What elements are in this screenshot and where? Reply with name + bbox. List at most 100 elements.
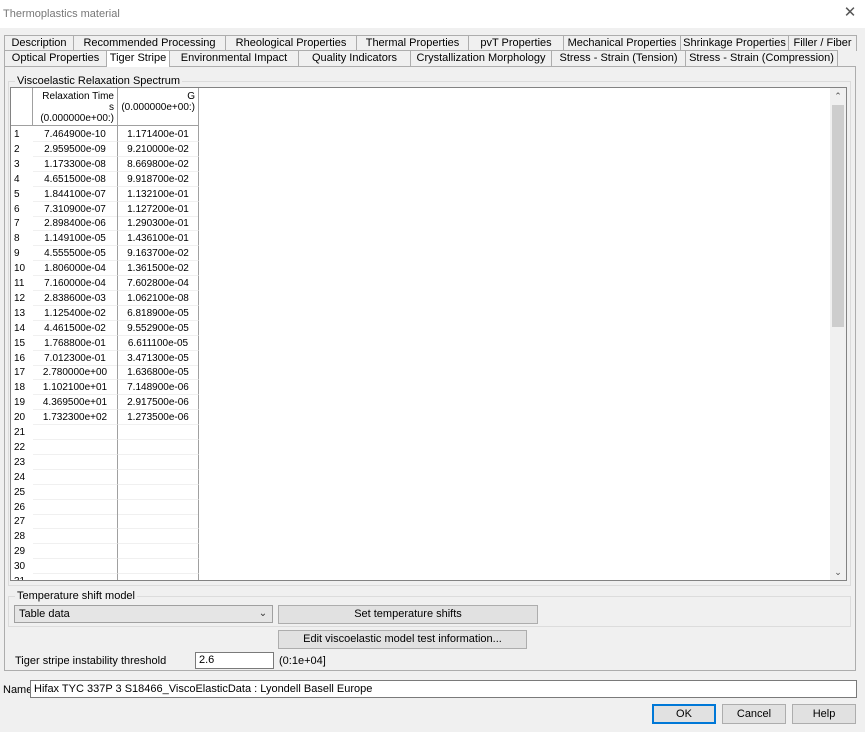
- help-button[interactable]: Help: [792, 704, 856, 724]
- grid-vertical-scrollbar[interactable]: ⌃ ⌄: [830, 88, 846, 580]
- g-cell[interactable]: [118, 439, 199, 455]
- g-cell[interactable]: [118, 514, 199, 530]
- g-cell[interactable]: [118, 559, 199, 575]
- relaxation-time-cell[interactable]: [33, 469, 118, 485]
- tab-environmental-impact[interactable]: Environmental Impact: [169, 50, 299, 66]
- relaxation-time-cell[interactable]: 2.780000e+00: [33, 365, 118, 381]
- tab-thermal-properties[interactable]: Thermal Properties: [356, 35, 469, 51]
- close-icon[interactable]: ✕: [841, 4, 859, 22]
- g-cell[interactable]: [118, 484, 199, 500]
- relaxation-time-cell[interactable]: 1.844100e-07: [33, 186, 118, 202]
- tab-description[interactable]: Description: [4, 35, 74, 51]
- title-bar: Thermoplastics material ✕: [0, 0, 865, 28]
- tab-mechanical-properties[interactable]: Mechanical Properties: [563, 35, 681, 51]
- edit-viscoelastic-info-button[interactable]: Edit viscoelastic model test information…: [278, 630, 527, 649]
- relaxation-spectrum-grid[interactable]: Relaxation Time s (0.000000e+00:) G (0.0…: [10, 87, 847, 581]
- g-cell[interactable]: 9.552900e-05: [118, 320, 199, 336]
- g-cell[interactable]: 7.602800e-04: [118, 276, 199, 291]
- tab-pvt-properties[interactable]: pvT Properties: [468, 35, 564, 51]
- relaxation-time-cell[interactable]: [33, 425, 118, 440]
- tab-row-2: Optical Properties Tiger Stripe Environmen…: [4, 50, 838, 67]
- relaxation-time-cell[interactable]: 4.555500e-05: [33, 246, 118, 262]
- relaxation-time-cell[interactable]: 7.464900e-10: [33, 127, 118, 142]
- g-cell[interactable]: 3.471300e-05: [118, 350, 199, 366]
- relaxation-time-cell[interactable]: 1.768800e-01: [33, 335, 118, 351]
- g-cell[interactable]: 9.210000e-02: [118, 141, 199, 157]
- relaxation-time-cell[interactable]: 2.959500e-09: [33, 141, 118, 157]
- relaxation-time-cell[interactable]: [33, 559, 118, 575]
- temperature-shift-model-select[interactable]: Table data ⌄: [14, 605, 273, 623]
- g-cell[interactable]: 9.163700e-02: [118, 246, 199, 262]
- relaxation-time-header-unit: s (0.000000e+00:): [40, 102, 114, 124]
- scroll-down-icon[interactable]: ⌄: [830, 564, 846, 580]
- tab-stress-strain-compression[interactable]: Stress - Strain (Compression): [685, 50, 838, 66]
- g-header-unit: (0.000000e+00:): [121, 102, 195, 113]
- g-cell[interactable]: 1.127200e-01: [118, 201, 199, 217]
- cancel-button[interactable]: Cancel: [722, 704, 786, 724]
- relaxation-time-cell[interactable]: 2.838600e-03: [33, 290, 118, 306]
- g-cell[interactable]: 7.148900e-06: [118, 380, 199, 396]
- relaxation-time-cell[interactable]: [33, 574, 118, 580]
- g-cell[interactable]: 1.062100e-08: [118, 290, 199, 306]
- relaxation-time-cell[interactable]: 1.173300e-08: [33, 156, 118, 172]
- tab-stress-strain-tension[interactable]: Stress - Strain (Tension): [551, 50, 686, 66]
- g-cell[interactable]: 1.361500e-02: [118, 261, 199, 277]
- threshold-input[interactable]: 2.6: [195, 652, 274, 669]
- relaxation-time-cell[interactable]: [33, 454, 118, 470]
- row-number: 1: [11, 127, 33, 142]
- g-cell[interactable]: [118, 499, 199, 515]
- scroll-thumb[interactable]: [832, 105, 844, 327]
- tab-recommended-processing[interactable]: Recommended Processing: [73, 35, 226, 51]
- relaxation-time-cell[interactable]: 4.369500e+01: [33, 395, 118, 411]
- relaxation-time-cell[interactable]: 7.160000e-04: [33, 276, 118, 291]
- g-cell[interactable]: 1.273500e-06: [118, 410, 199, 426]
- row-number: 24: [11, 469, 33, 485]
- name-input[interactable]: Hifax TYC 337P 3 S18466_ViscoElasticData…: [30, 680, 857, 698]
- relaxation-time-cell[interactable]: 4.461500e-02: [33, 320, 118, 336]
- g-cell[interactable]: 6.611100e-05: [118, 335, 199, 351]
- tab-shrinkage-properties[interactable]: Shrinkage Properties: [680, 35, 789, 51]
- relaxation-time-cell[interactable]: [33, 499, 118, 515]
- ok-button[interactable]: OK: [652, 704, 716, 724]
- scroll-up-icon[interactable]: ⌃: [830, 88, 846, 104]
- relaxation-time-cell[interactable]: 1.732300e+02: [33, 410, 118, 426]
- relaxation-time-cell[interactable]: 2.898400e-06: [33, 216, 118, 232]
- g-cell[interactable]: 1.290300e-01: [118, 216, 199, 232]
- tab-filler-fiber[interactable]: Filler / Fiber: [788, 35, 857, 51]
- relaxation-time-cell[interactable]: 1.125400e-02: [33, 305, 118, 321]
- tab-crystallization-morphology[interactable]: Crystallization Morphology: [410, 50, 552, 66]
- g-cell[interactable]: [118, 529, 199, 545]
- relaxation-time-cell[interactable]: 4.651500e-08: [33, 171, 118, 187]
- row-number: 16: [11, 350, 33, 366]
- relaxation-time-cell[interactable]: [33, 484, 118, 500]
- g-cell[interactable]: 2.917500e-06: [118, 395, 199, 411]
- set-temperature-shifts-button[interactable]: Set temperature shifts: [278, 605, 538, 624]
- g-cell[interactable]: 1.132100e-01: [118, 186, 199, 202]
- relaxation-time-cell[interactable]: [33, 529, 118, 545]
- tab-rheological-properties[interactable]: Rheological Properties: [225, 35, 357, 51]
- relaxation-time-cell[interactable]: 7.310900e-07: [33, 201, 118, 217]
- g-cell[interactable]: 1.436100e-01: [118, 231, 199, 247]
- g-cell[interactable]: 1.636800e-05: [118, 365, 199, 381]
- g-cell[interactable]: 9.918700e-02: [118, 171, 199, 187]
- g-cell[interactable]: [118, 454, 199, 470]
- g-cell[interactable]: 6.818900e-05: [118, 305, 199, 321]
- tab-optical-properties[interactable]: Optical Properties: [4, 50, 107, 66]
- relaxation-time-cell[interactable]: 7.012300e-01: [33, 350, 118, 366]
- row-number: 19: [11, 395, 33, 411]
- relaxation-time-cell[interactable]: 1.102100e+01: [33, 380, 118, 396]
- g-cell[interactable]: 8.669800e-02: [118, 156, 199, 172]
- g-cell[interactable]: 1.171400e-01: [118, 127, 199, 142]
- g-cell[interactable]: [118, 544, 199, 560]
- relaxation-time-cell[interactable]: 1.806000e-04: [33, 261, 118, 277]
- g-cell[interactable]: [118, 469, 199, 485]
- tab-quality-indicators[interactable]: Quality Indicators: [298, 50, 411, 66]
- g-cell[interactable]: [118, 574, 199, 580]
- relaxation-time-cell[interactable]: [33, 544, 118, 560]
- relaxation-time-cell[interactable]: [33, 514, 118, 530]
- g-cell[interactable]: [118, 425, 199, 440]
- relaxation-time-cell[interactable]: [33, 439, 118, 455]
- tab-tiger-stripe[interactable]: Tiger Stripe: [106, 50, 170, 67]
- relaxation-time-cell[interactable]: 1.149100e-05: [33, 231, 118, 247]
- row-number: 26: [11, 499, 33, 515]
